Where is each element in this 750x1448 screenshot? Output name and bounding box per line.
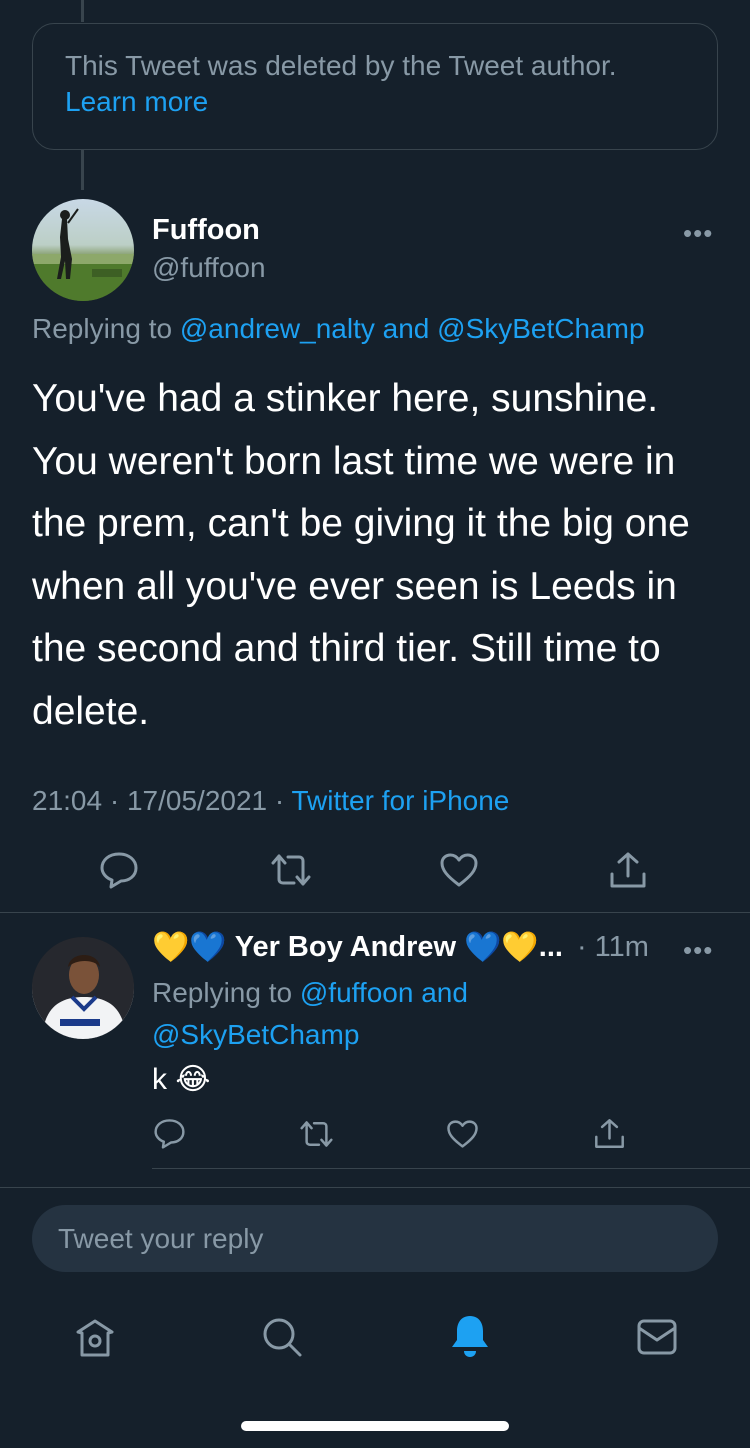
name-ellipsis: ...	[538, 931, 563, 963]
footballer-photo-icon	[32, 937, 134, 1039]
retweet-icon	[271, 854, 311, 886]
reply-button[interactable]	[99, 851, 139, 889]
tab-search[interactable]	[261, 1316, 303, 1358]
replying-to: Replying to @andrew_nalty and @SkyBetCha…	[32, 313, 645, 345]
retweet-button[interactable]	[299, 1120, 334, 1148]
home-indicator[interactable]	[241, 1421, 509, 1431]
deleted-tweet-notice: This Tweet was deleted by the Tweet auth…	[32, 23, 718, 150]
messages-icon	[637, 1319, 677, 1355]
laughing-emoji-icon: 😂	[175, 1062, 211, 1097]
search-icon	[263, 1318, 302, 1357]
more-options-icon[interactable]: •••	[683, 218, 713, 249]
tab-notifications[interactable]	[449, 1313, 491, 1359]
like-button[interactable]	[446, 1119, 479, 1149]
notifications-icon	[452, 1316, 488, 1357]
retweet-icon	[300, 1121, 333, 1147]
deleted-notice-text: This Tweet was deleted by the Tweet auth…	[65, 50, 617, 81]
mention-link-skybetchamp[interactable]: @SkyBetChamp	[437, 313, 644, 344]
replying-prefix: Replying to	[32, 313, 173, 344]
like-button[interactable]	[439, 852, 479, 888]
divider	[0, 1187, 750, 1188]
heart-icon	[440, 853, 478, 887]
tab-home[interactable]	[74, 1317, 116, 1359]
meta-separator: ·	[109, 785, 120, 816]
reply-icon	[154, 1119, 185, 1149]
learn-more-link[interactable]: Learn more	[65, 84, 685, 120]
reply-timestamp[interactable]: · 11m	[577, 931, 649, 964]
divider	[0, 912, 750, 913]
author-handle[interactable]: @fuffoon	[152, 252, 266, 284]
meta-separator: ·	[274, 785, 285, 816]
tweet-meta: 21:04 · 17/05/2021 · Twitter for iPhone	[32, 785, 509, 817]
reply-composer[interactable]	[32, 1205, 718, 1272]
blue-heart-icon: 💙	[189, 930, 227, 965]
tab-messages[interactable]	[636, 1318, 678, 1356]
thread-line-middle	[81, 150, 84, 190]
replying-prefix: Replying to	[152, 977, 293, 1008]
mention-link-skybetchamp[interactable]: @SkyBetChamp	[152, 1019, 359, 1050]
golfer-photo-icon	[32, 208, 134, 301]
share-icon	[610, 852, 646, 888]
tweet-time: 21:04	[32, 785, 103, 816]
heart-icon	[447, 1120, 478, 1148]
mention-and[interactable]: and	[421, 977, 468, 1008]
avatar[interactable]	[32, 199, 134, 301]
reply-author-name[interactable]: Yer Boy Andrew	[235, 931, 456, 964]
tweet-date: 17/05/2021	[126, 785, 268, 816]
reply-text-body: k	[152, 1063, 167, 1096]
reply-icon	[100, 852, 138, 889]
reply-author-row[interactable]: 💛 💙 Yer Boy Andrew 💙 💛 ... · 11m	[152, 930, 649, 965]
mention-and[interactable]: and	[383, 313, 430, 344]
mention-link-fuffoon[interactable]: @fuffoon	[300, 977, 414, 1008]
tweet-source-link[interactable]: Twitter for iPhone	[292, 785, 510, 816]
thread-line-top	[81, 0, 84, 22]
yellow-heart-icon: 💛	[501, 930, 539, 965]
share-button[interactable]	[608, 850, 648, 890]
mention-link-andrew[interactable]: @andrew_nalty	[180, 313, 375, 344]
replying-to: Replying to @fuffoon and @SkyBetChamp	[152, 972, 672, 1056]
divider	[152, 1168, 750, 1169]
share-button[interactable]	[593, 1117, 626, 1150]
share-icon	[595, 1119, 624, 1148]
retweet-button[interactable]	[270, 853, 312, 887]
avatar[interactable]	[32, 937, 134, 1039]
tweet-reply-input[interactable]	[58, 1223, 658, 1255]
home-icon	[76, 1319, 114, 1357]
author-name[interactable]: Fuffoon	[152, 214, 260, 247]
more-options-icon[interactable]: •••	[683, 935, 713, 966]
blue-heart-icon: 💙	[464, 930, 502, 965]
yellow-heart-icon: 💛	[152, 930, 190, 965]
reply-text: k 😂	[152, 1062, 210, 1097]
reply-button[interactable]	[153, 1118, 186, 1149]
tweet-text: You've had a stinker here, sunshine. You…	[32, 377, 690, 733]
